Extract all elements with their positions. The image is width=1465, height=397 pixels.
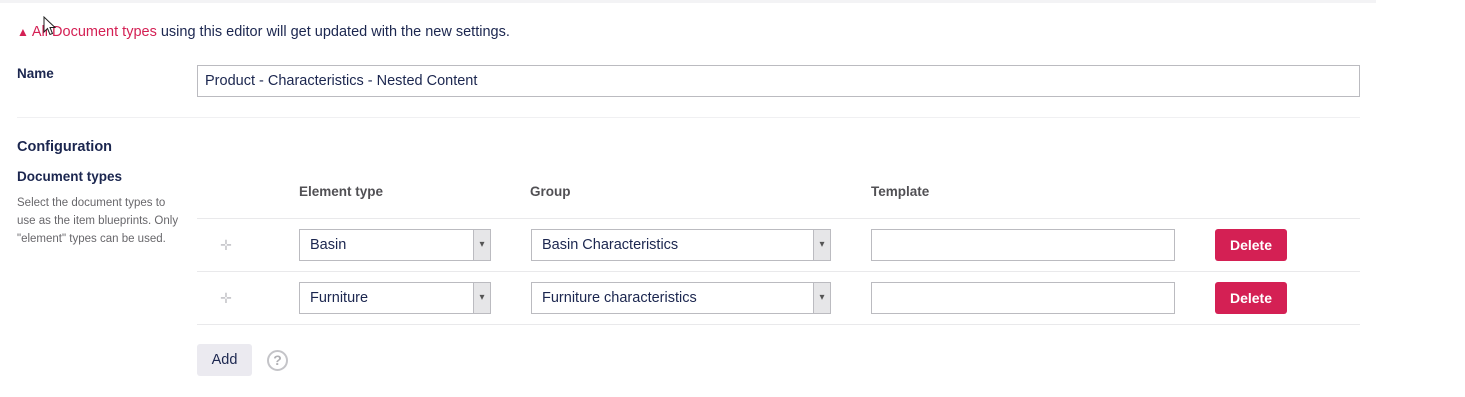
- document-types-label: Document types: [17, 169, 123, 184]
- group-select[interactable]: Furniture characteristics ▾: [531, 282, 831, 314]
- chevron-down-icon: ▾: [473, 283, 490, 313]
- group-value: Basin Characteristics: [542, 237, 679, 253]
- column-header-group: Group: [530, 184, 571, 199]
- row-divider: [197, 271, 1360, 272]
- chevron-down-icon: ▾: [813, 230, 830, 260]
- name-label: Name: [17, 66, 54, 81]
- document-types-link[interactable]: Document types: [52, 24, 157, 40]
- delete-button[interactable]: Delete: [1215, 282, 1287, 314]
- group-select[interactable]: Basin Characteristics ▾: [531, 229, 831, 261]
- chevron-down-icon: ▾: [473, 230, 490, 260]
- section-divider: [17, 117, 1360, 118]
- drag-handle-icon[interactable]: ✛: [219, 291, 233, 305]
- column-header-template: Template: [871, 184, 930, 199]
- warning-triangle-icon: ▲: [17, 25, 29, 39]
- warning-text: using this editor will get updated with …: [156, 24, 510, 40]
- group-value: Furniture characteristics: [542, 290, 697, 306]
- row-divider: [197, 324, 1360, 325]
- mouse-cursor-icon: [43, 16, 57, 36]
- update-warning: ▲ All Document types using this editor wi…: [17, 24, 510, 40]
- element-type-value: Basin: [310, 237, 347, 253]
- configuration-heading: Configuration: [17, 139, 113, 155]
- name-input[interactable]: Product - Characteristics - Nested Conte…: [197, 65, 1360, 97]
- top-divider: [0, 0, 1376, 3]
- template-input[interactable]: [871, 229, 1175, 261]
- row-divider: [197, 218, 1360, 219]
- element-type-value: Furniture: [310, 290, 369, 306]
- delete-button[interactable]: Delete: [1215, 229, 1287, 261]
- add-button[interactable]: Add: [197, 344, 252, 376]
- drag-handle-icon[interactable]: ✛: [219, 238, 233, 252]
- document-types-description: Select the document types to use as the …: [17, 197, 179, 245]
- element-type-select[interactable]: Furniture ▾: [299, 282, 491, 314]
- element-type-select[interactable]: Basin ▾: [299, 229, 491, 261]
- template-input[interactable]: [871, 282, 1175, 314]
- column-header-element-type: Element type: [299, 184, 384, 199]
- help-icon[interactable]: ?: [267, 350, 288, 371]
- chevron-down-icon: ▾: [813, 283, 830, 313]
